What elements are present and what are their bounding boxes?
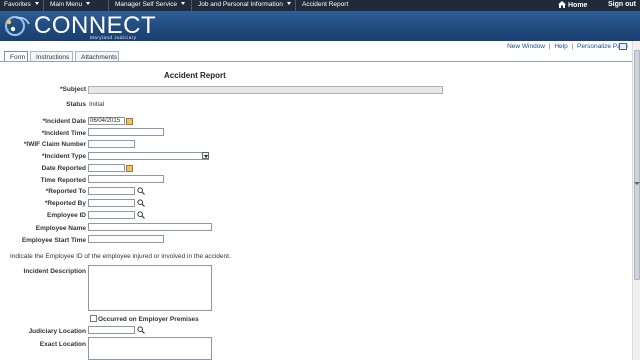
reported-to-field[interactable]	[88, 187, 135, 195]
incident-type-select[interactable]	[88, 152, 209, 160]
incident-time-field[interactable]	[88, 128, 164, 136]
iwif-claim-number-field[interactable]	[88, 140, 135, 148]
status-label: Status	[66, 101, 86, 108]
link-divider: |	[571, 43, 574, 50]
judiciary-location-label: Judiciary Location	[28, 328, 86, 335]
time-reported-field[interactable]	[88, 175, 164, 183]
incident-time-label: *Incident Time	[41, 130, 86, 137]
tab-underline	[0, 61, 640, 62]
employee-name-label: Employee Name	[35, 225, 86, 232]
top-navigation-bar: Favorites Main Menu Manager Self Service…	[0, 0, 640, 11]
calendar-icon[interactable]	[126, 118, 133, 125]
exact-location-textarea[interactable]	[88, 337, 212, 360]
employee-id-field[interactable]	[88, 211, 135, 219]
iwif-claim-number-label: *IWIF Claim Number	[23, 141, 86, 148]
scroll-arrow-icon	[634, 182, 640, 185]
favorites-menu[interactable]: Favorites	[4, 1, 39, 8]
chevron-down-icon	[286, 2, 291, 5]
new-window-link[interactable]: New Window	[507, 43, 545, 50]
page-links: New Window | Help | Personalize Page	[507, 43, 628, 50]
nav-divider	[191, 0, 192, 11]
sign-out-link[interactable]: Sign out	[608, 1, 636, 8]
reported-by-label: *Reported By	[44, 200, 86, 207]
lookup-icon[interactable]	[137, 187, 145, 195]
employee-start-time-field[interactable]	[88, 235, 164, 243]
header-banner: CONNECT Maryland Judiciary	[0, 11, 640, 41]
main-menu[interactable]: Main Menu	[50, 1, 91, 8]
logo-mark-icon	[5, 16, 30, 36]
exact-location-label: Exact Location	[39, 341, 86, 348]
lookup-icon[interactable]	[137, 211, 145, 219]
lookup-icon[interactable]	[137, 326, 145, 334]
grid-icon[interactable]	[619, 43, 627, 50]
breadcrumb-job-personal-info[interactable]: Job and Personal Information	[198, 1, 291, 8]
scrollbar-thumb[interactable]	[634, 50, 640, 280]
breadcrumb-label: Job and Personal Information	[198, 1, 283, 8]
main-menu-label: Main Menu	[50, 1, 83, 8]
subject-label: *Subject	[59, 86, 86, 93]
nav-divider	[108, 0, 109, 11]
incident-type-label: *Incident Type	[42, 153, 86, 160]
premises-label: Occurred on Employer Premises	[98, 316, 199, 323]
breadcrumb-label: Manager Self Service	[115, 1, 178, 8]
favorites-label: Favorites	[4, 1, 31, 8]
page-title: Accident Report	[164, 71, 226, 80]
nav-divider	[295, 0, 296, 11]
subject-field[interactable]	[88, 86, 443, 94]
reported-by-field[interactable]	[88, 199, 135, 207]
home-label: Home	[568, 2, 588, 9]
time-reported-label: Time Reported	[40, 177, 86, 184]
employee-name-field[interactable]	[88, 223, 212, 231]
logo-subtitle: Maryland Judiciary	[90, 35, 137, 40]
premises-checkbox[interactable]	[90, 315, 97, 322]
status-value: Initial	[89, 101, 105, 108]
judiciary-location-field[interactable]	[88, 326, 135, 334]
reported-to-label: *Reported To	[45, 188, 86, 195]
date-reported-field[interactable]	[88, 164, 125, 172]
nav-divider	[43, 0, 44, 11]
chevron-down-icon	[34, 2, 39, 5]
chevron-down-icon[interactable]	[202, 152, 209, 159]
incident-description-label: Incident Description	[23, 268, 86, 275]
employee-start-time-label: Employee Start Time	[21, 237, 86, 244]
incident-date-field[interactable]: 06/04/2015	[88, 117, 125, 125]
incident-description-textarea[interactable]	[88, 265, 212, 311]
vertical-scrollbar[interactable]	[632, 41, 640, 360]
chevron-down-icon	[181, 2, 186, 5]
home-link[interactable]: Home	[558, 1, 587, 9]
chevron-down-icon	[86, 2, 91, 5]
lookup-icon[interactable]	[137, 199, 145, 207]
breadcrumb-accident-report[interactable]: Accident Report	[302, 1, 348, 8]
incident-date-label: *Incident Date	[42, 118, 86, 125]
date-reported-label: Date Reported	[41, 165, 86, 172]
link-divider: |	[548, 43, 551, 50]
breadcrumb-manager-self-service[interactable]: Manager Self Service	[115, 1, 186, 8]
instruction-text: Indicate the Employee ID of the employee…	[10, 253, 231, 260]
employee-id-label: Employee ID	[46, 212, 86, 219]
help-link[interactable]: Help	[554, 43, 567, 50]
home-icon	[558, 1, 566, 8]
calendar-icon[interactable]	[126, 165, 133, 172]
